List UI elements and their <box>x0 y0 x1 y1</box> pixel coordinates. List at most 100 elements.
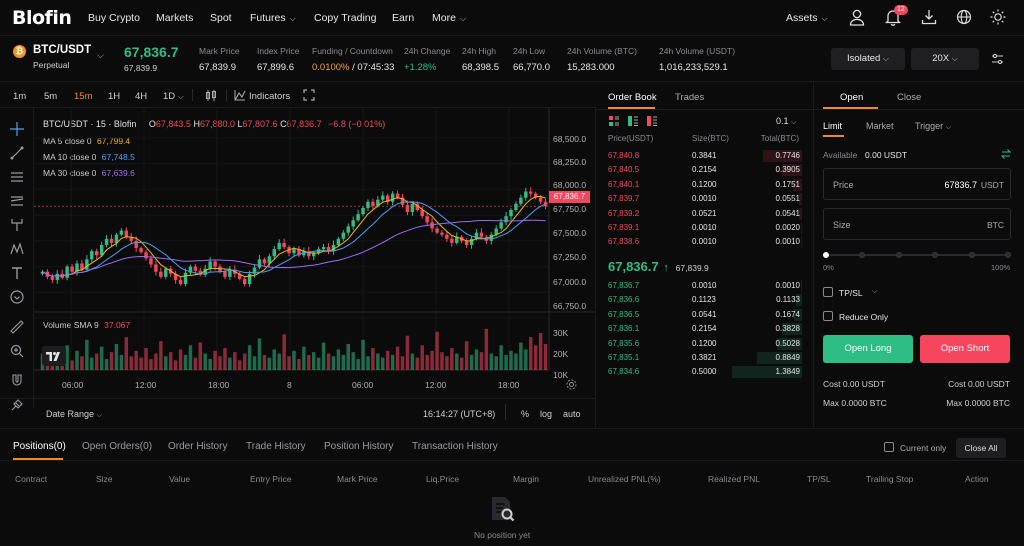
nav-earn[interactable]: Earn <box>392 12 414 24</box>
tab-trades[interactable]: Trades <box>675 92 704 103</box>
volume-bar <box>371 348 375 370</box>
reduce-only-checkbox[interactable] <box>823 311 833 321</box>
order-type-limit[interactable]: Limit <box>823 121 842 131</box>
indicators-icon[interactable] <box>234 89 246 101</box>
size-slider-track[interactable] <box>826 254 1008 256</box>
volume-bar <box>104 359 109 370</box>
settings-sliders-icon[interactable] <box>991 53 1004 65</box>
ob-total: 0.3905 <box>775 165 800 175</box>
tab-transaction-history[interactable]: Transaction History <box>412 441 498 452</box>
tf-1d[interactable]: 1D ⌵ <box>163 91 184 102</box>
user-icon[interactable] <box>849 9 865 26</box>
order-book-row[interactable]: 67,839.7 0.0010 0.0551 <box>596 192 814 206</box>
tf-1h[interactable]: 1H <box>108 91 120 102</box>
nav-more[interactable]: More ⌵ <box>432 12 466 24</box>
tf-5m[interactable]: 5m <box>44 91 57 102</box>
stat-value: 68,398.5 <box>462 62 499 73</box>
tf-4h[interactable]: 4H <box>135 91 147 102</box>
logo[interactable]: Blofin <box>12 7 72 29</box>
tab-order-book[interactable]: Order Book <box>608 92 657 103</box>
book-asks-icon[interactable] <box>647 116 657 126</box>
slider-mark[interactable] <box>895 252 902 258</box>
order-book-row[interactable]: 67,835.1 0.3821 0.8849 <box>596 351 814 365</box>
book-both-icon[interactable] <box>609 116 619 126</box>
fullscreen-icon[interactable] <box>303 89 315 101</box>
ob-price: 67,840.8 <box>608 151 640 160</box>
globe-icon[interactable] <box>956 9 972 25</box>
order-book-row[interactable]: 67,836.6 0.1123 0.1133 <box>596 293 814 307</box>
order-book-row[interactable]: 67,836.7 0.0010 0.0010 <box>596 279 814 293</box>
candle-body <box>504 216 508 223</box>
time-tick: 8 <box>287 380 292 390</box>
tf-1m[interactable]: 1m <box>13 91 26 102</box>
tab-close[interactable]: Close <box>897 92 921 103</box>
order-book-row[interactable]: 67,838.6 0.0010 0.0010 <box>596 235 814 249</box>
candle-body <box>356 214 360 221</box>
volume-bar <box>469 354 474 370</box>
ob-total: 0.0010 <box>775 281 800 290</box>
margin-mode-select[interactable]: Isolated ⌵ <box>831 48 905 70</box>
price-input[interactable]: Price 67836.7 USDT <box>823 168 1011 200</box>
candle-body <box>124 230 129 237</box>
nav-futures[interactable]: Futures ⌵ <box>250 12 296 24</box>
nav-copy-trading[interactable]: Copy Trading <box>314 12 376 24</box>
tab-open-orders[interactable]: Open Orders(0) <box>82 441 152 452</box>
order-book-row[interactable]: 67,840.8 0.3841 0.7746 <box>596 149 814 163</box>
ob-total: 0.1674 <box>775 309 800 319</box>
order-book-row[interactable]: 67,835.6 0.1200 0.5028 <box>596 337 814 351</box>
nav-spot[interactable]: Spot <box>210 12 232 24</box>
tab-positions[interactable]: Positions(0) <box>13 441 66 452</box>
symbol-name[interactable]: BTC/USDT <box>33 44 91 56</box>
volume-bar <box>159 341 163 370</box>
slider-handle[interactable] <box>823 252 829 258</box>
leverage-select[interactable]: 20X ⌵ <box>911 48 979 70</box>
open-short-button[interactable]: Open Short <box>920 335 1010 363</box>
tpsl-checkbox[interactable] <box>823 287 833 297</box>
percent-toggle[interactable]: % <box>521 409 529 419</box>
date-range-button[interactable]: Date Range ⌵ <box>46 409 102 420</box>
order-book-row[interactable]: 67,836.5 0.0541 0.1674 <box>596 308 814 322</box>
slider-mark[interactable] <box>1005 252 1011 258</box>
chart-settings-icon[interactable] <box>566 379 577 390</box>
auto-toggle[interactable]: auto <box>563 409 581 419</box>
slider-mark[interactable] <box>859 252 866 258</box>
indicators-button[interactable]: Indicators <box>249 91 290 102</box>
order-book-row[interactable]: 67,839.1 0.0010 0.0020 <box>596 221 814 235</box>
order-book-row[interactable]: 67,840.1 0.1200 0.1751 <box>596 178 814 192</box>
open-long-button[interactable]: Open Long <box>823 335 913 363</box>
candle-type-icon[interactable] <box>205 89 217 102</box>
tab-trade-history[interactable]: Trade History <box>246 441 306 452</box>
log-toggle[interactable]: log <box>540 409 552 419</box>
theme-sun-icon[interactable] <box>990 9 1006 25</box>
current-only-checkbox[interactable] <box>884 442 894 452</box>
order-book-row[interactable]: 67,840.5 0.2154 0.3905 <box>596 163 814 177</box>
order-book-row[interactable]: 67,834.6 0.5000 1.3849 <box>596 365 814 379</box>
chevron-down-icon[interactable]: ⌵ <box>872 288 877 296</box>
price-chart[interactable] <box>34 108 595 408</box>
close-all-button[interactable]: Close All <box>956 438 1006 458</box>
size-label: Size <box>833 220 851 230</box>
precision-select[interactable]: 0.1 ⌵ <box>776 116 796 127</box>
nav-assets[interactable]: Assets ⌵ <box>786 12 828 24</box>
download-icon[interactable] <box>921 9 937 25</box>
order-book-row[interactable]: 67,836.1 0.2154 0.3828 <box>596 322 814 336</box>
order-book-row[interactable]: 67,839.2 0.0521 0.0541 <box>596 207 814 221</box>
tab-open[interactable]: Open <box>840 92 863 103</box>
chevron-down-icon[interactable]: ⌵ <box>97 50 104 61</box>
candle-body <box>529 191 533 194</box>
book-bids-icon[interactable] <box>628 116 638 126</box>
transfer-icon[interactable] <box>1001 149 1011 159</box>
nav-markets[interactable]: Markets <box>156 12 193 24</box>
slider-mark[interactable] <box>968 252 975 258</box>
slider-mark[interactable] <box>932 252 939 258</box>
tf-15m-active[interactable]: 15m <box>74 91 92 102</box>
tab-order-history[interactable]: Order History <box>168 441 227 452</box>
candle-body <box>282 242 286 248</box>
volume-bar <box>80 356 84 370</box>
order-type-trigger[interactable]: Trigger ⌵ <box>915 121 951 132</box>
nav-buy-crypto[interactable]: Buy Crypto <box>88 12 140 24</box>
mid-price: 67,836.7 ↑ 67,839.9 <box>608 259 709 274</box>
tab-position-history[interactable]: Position History <box>324 441 393 452</box>
size-input[interactable]: Size BTC <box>823 208 1011 240</box>
order-type-market[interactable]: Market <box>866 121 894 131</box>
